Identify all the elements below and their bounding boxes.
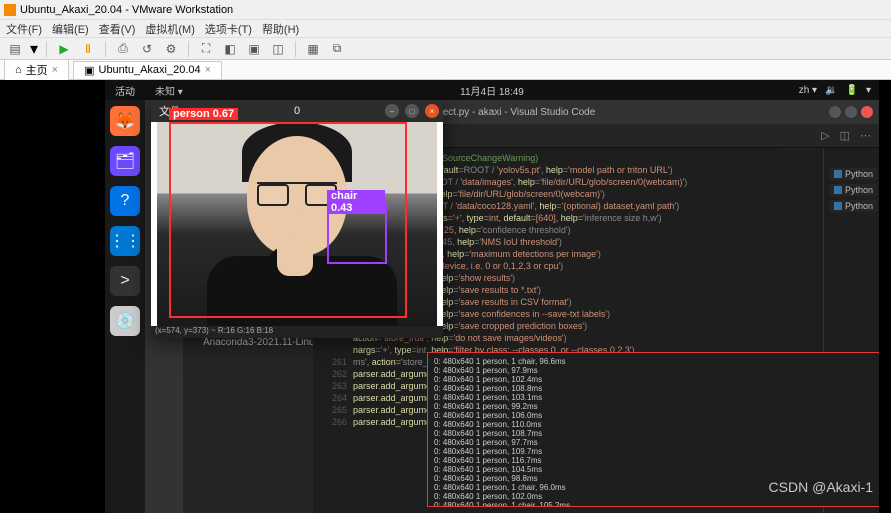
system-tray[interactable]: zh ▾ 🔉 🔋 ▾ xyxy=(799,85,879,96)
menu-item[interactable]: 选项卡(T) xyxy=(205,21,252,37)
library-icon[interactable]: ▤ xyxy=(6,40,24,58)
cv-maximize-icon[interactable]: □ xyxy=(405,104,419,118)
thumbnail-icon[interactable]: ▦ xyxy=(304,40,322,58)
fullscreen-icon[interactable]: ⛶ xyxy=(197,40,215,58)
vscode-title-text: detect.py - akaxi - Visual Studio Code xyxy=(429,107,596,118)
run-icon[interactable]: ▷ xyxy=(821,129,829,142)
watermark: CSDN @Akaxi-1 xyxy=(769,479,873,495)
clock[interactable]: 11月4日 18:49 xyxy=(460,83,524,98)
menu-item[interactable]: 编辑(E) xyxy=(52,21,89,37)
menu-item[interactable]: 虚拟机(M) xyxy=(145,21,195,37)
vmware-menubar[interactable]: 文件(F) 编辑(E) 查看(V) 虚拟机(M) 选项卡(T) 帮助(H) xyxy=(0,20,891,38)
vscode-icon[interactable]: ⋮⋮ xyxy=(110,226,140,256)
maximize-icon[interactable] xyxy=(845,106,857,118)
vmware-icon xyxy=(4,4,16,16)
cv-minimize-icon[interactable]: – xyxy=(385,104,399,118)
ubuntu-dock: 🦊 🗂 ? ⋮⋮ > 💿 xyxy=(105,100,145,513)
disk-icon[interactable]: 💿 xyxy=(110,306,140,336)
menu-item[interactable]: 帮助(H) xyxy=(262,21,299,37)
revert-icon[interactable]: ↺ xyxy=(138,40,156,58)
activities-button[interactable]: 活动 xyxy=(105,83,145,98)
tab-guest[interactable]: ▣ Ubuntu_Akaxi_20.04 × xyxy=(73,61,222,79)
vmware-tab-strip: 主页 × ▣ Ubuntu_Akaxi_20.04 × xyxy=(0,60,891,80)
tray-icon[interactable]: 🔋 xyxy=(846,85,858,96)
ubuntu-top-bar[interactable]: 活动 未知 ▾ 11月4日 18:49 zh ▾ 🔉 🔋 ▾ xyxy=(105,80,879,100)
files-icon[interactable]: 🗂 xyxy=(110,146,140,176)
opencv-statusbar: (x=574, y=373) ~ R:16 G:16 B:18 xyxy=(151,326,443,338)
menu-item[interactable]: 文件(F) xyxy=(6,21,42,37)
opencv-frame: person 0.67chair 0.43 xyxy=(157,122,437,326)
split-icon[interactable]: ◫ xyxy=(840,129,850,142)
console-icon[interactable]: ⧉ xyxy=(328,40,346,58)
power-on-icon[interactable]: ▶ xyxy=(55,40,73,58)
tray-icon[interactable]: 🔉 xyxy=(825,85,837,96)
more-icon[interactable]: ⋯ xyxy=(860,129,871,142)
tray-icon[interactable]: ▾ xyxy=(866,85,871,96)
guest-viewport: 活动 未知 ▾ 11月4日 18:49 zh ▾ 🔉 🔋 ▾ 🦊 🗂 ? ⋮⋮ > 💿… xyxy=(0,80,891,513)
help-icon[interactable]: ? xyxy=(110,186,140,216)
unity-icon[interactable]: ◧ xyxy=(221,40,239,58)
detection-box: chair 0.43 xyxy=(327,204,387,264)
cv-close-icon[interactable]: × xyxy=(425,104,439,118)
vmware-title: Ubuntu_Akaxi_20.04 - VMware Workstation xyxy=(20,4,233,16)
outline-item[interactable]: Python xyxy=(830,200,877,212)
tray-icon[interactable]: zh ▾ xyxy=(799,85,817,96)
app-menu[interactable]: 未知 ▾ xyxy=(145,83,193,98)
manage-icon[interactable]: ⚙ xyxy=(162,40,180,58)
opencv-window-index: 0 xyxy=(294,105,300,117)
vmware-titlebar: Ubuntu_Akaxi_20.04 - VMware Workstation xyxy=(0,0,891,20)
opencv-window[interactable]: 文件 0 – □ × person 0.67chair 0.43 (x=574,… xyxy=(151,100,443,338)
outline-item[interactable]: Python xyxy=(830,168,877,180)
vmware-toolbar: ▤▾ ▶ ‖ ⎙ ↺ ⚙ ⛶ ◧ ▣ ◫ ▦ ⧉ xyxy=(0,38,891,60)
tab-home[interactable]: 主页 × xyxy=(4,59,69,80)
terminal-icon[interactable]: > xyxy=(110,266,140,296)
snapshot-icon[interactable]: ⎙ xyxy=(114,40,132,58)
firefox-icon[interactable]: 🦊 xyxy=(110,106,140,136)
menu-item[interactable]: 查看(V) xyxy=(99,21,136,37)
minimize-icon[interactable] xyxy=(829,106,841,118)
close-icon[interactable] xyxy=(861,106,873,118)
stretch-icon[interactable]: ◫ xyxy=(269,40,287,58)
fit-icon[interactable]: ▣ xyxy=(245,40,263,58)
outline-item[interactable]: Python xyxy=(830,184,877,196)
suspend-icon[interactable]: ‖ xyxy=(79,40,97,58)
